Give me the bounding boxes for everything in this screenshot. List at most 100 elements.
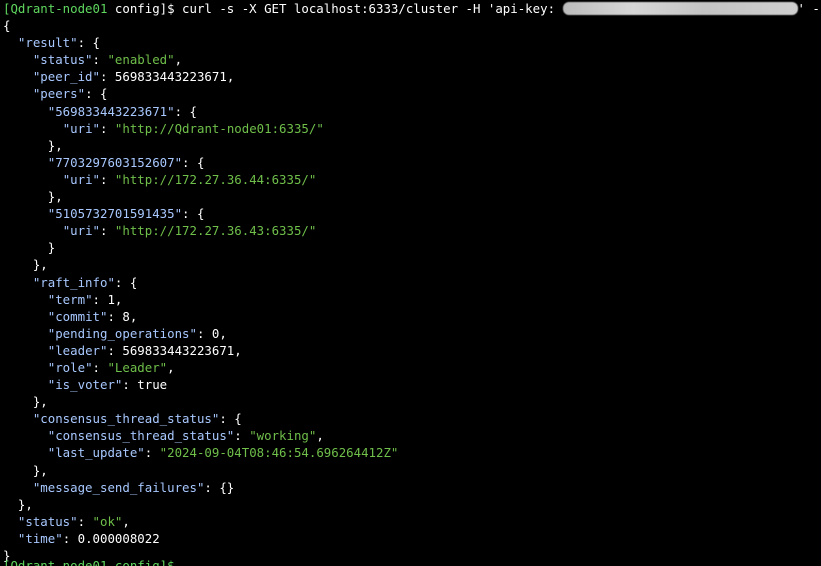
json-line: "consensus_thread_status": { bbox=[0, 410, 821, 427]
next-prompt: [Qdrant-node01 config]$ bbox=[3, 557, 263, 566]
json-value: 1 bbox=[107, 291, 115, 307]
json-punct: , bbox=[174, 52, 183, 68]
json-punct: : { bbox=[174, 103, 197, 119]
json-punct: : { bbox=[77, 35, 100, 51]
json-line: "uri": "http://Qdrant-node01:6335/" bbox=[0, 120, 821, 137]
json-key: "term" bbox=[47, 291, 93, 307]
json-punct: : bbox=[100, 223, 115, 239]
json-line: }, bbox=[0, 496, 821, 513]
json-line: "term": 1, bbox=[0, 291, 821, 308]
json-line: "time": 0.000008022 bbox=[0, 530, 821, 547]
json-line: "message_send_failures": {} bbox=[0, 479, 821, 496]
json-punct: }, bbox=[47, 189, 63, 205]
json-line: "result": { bbox=[0, 34, 821, 51]
command-line: [Qdrant-node01 config]$ curl -s -X GET l… bbox=[0, 0, 821, 17]
json-line: "uri": "http://172.27.36.43:6335/" bbox=[0, 222, 821, 239]
json-string: "http://172.27.36.43:6335/" bbox=[114, 223, 317, 239]
json-key: "commit" bbox=[47, 308, 108, 324]
json-key: "is_voter" bbox=[47, 377, 123, 393]
json-string: "working" bbox=[249, 428, 317, 444]
json-punct: } bbox=[47, 240, 56, 256]
json-line: "consensus_thread_status": "working", bbox=[0, 427, 821, 444]
json-line: "569833443223671": { bbox=[0, 103, 821, 120]
json-punct: }, bbox=[17, 496, 33, 512]
json-key: "569833443223671" bbox=[47, 103, 175, 119]
json-punct: : { bbox=[219, 411, 242, 427]
json-key: "last_update" bbox=[47, 445, 145, 461]
json-key: "raft_info" bbox=[32, 274, 115, 290]
json-line: "5105732701591435": { bbox=[0, 205, 821, 222]
json-line: "role": "Leader", bbox=[0, 359, 821, 376]
json-key: "peers" bbox=[32, 86, 86, 102]
json-line: "last_update": "2024-09-04T08:46:54.6962… bbox=[0, 444, 821, 461]
json-string: "http://172.27.36.44:6335/" bbox=[114, 171, 317, 187]
json-key: "time" bbox=[17, 530, 63, 546]
json-punct: , bbox=[316, 428, 324, 444]
json-punct: }, bbox=[32, 462, 48, 478]
terminal-window[interactable]: [Qdrant-node01 config]$ curl -s -X GET l… bbox=[0, 0, 821, 566]
json-key: "consensus_thread_status" bbox=[32, 411, 220, 427]
json-punct: : bbox=[234, 428, 250, 444]
json-string: "Leader" bbox=[107, 359, 168, 375]
json-value: true bbox=[137, 377, 168, 393]
json-key: "status" bbox=[32, 52, 93, 68]
json-key: "status" bbox=[17, 513, 78, 529]
json-line: "leader": 569833443223671, bbox=[0, 342, 821, 359]
json-line: "peers": { bbox=[0, 85, 821, 102]
json-punct: : bbox=[107, 308, 123, 324]
json-string: "ok" bbox=[92, 513, 123, 529]
json-line: "peer_id": 569833443223671, bbox=[0, 68, 821, 85]
json-punct: : bbox=[92, 52, 108, 68]
json-punct: , bbox=[226, 69, 235, 85]
json-key: "consensus_thread_status" bbox=[47, 428, 235, 444]
json-string: "2024-09-04T08:46:54.696264412Z" bbox=[159, 445, 399, 461]
json-punct: : bbox=[92, 291, 108, 307]
json-punct: : bbox=[144, 445, 160, 461]
json-line: "raft_info": { bbox=[0, 274, 821, 291]
json-key: "leader" bbox=[47, 342, 108, 358]
json-line: "uri": "http://172.27.36.44:6335/" bbox=[0, 171, 821, 188]
json-punct: : bbox=[77, 513, 93, 529]
json-punct: }, bbox=[32, 394, 48, 410]
json-key: "message_send_failures" bbox=[32, 479, 205, 495]
json-line: }, bbox=[0, 256, 821, 273]
json-punct: , bbox=[122, 513, 130, 529]
json-punct: : bbox=[92, 359, 108, 375]
json-value: 569833443223671 bbox=[122, 342, 235, 358]
json-value: 0.000008022 bbox=[77, 530, 160, 546]
json-key: "pending_operations" bbox=[47, 325, 197, 341]
json-punct: : bbox=[62, 530, 78, 546]
json-value: 8 bbox=[122, 308, 130, 324]
json-key: "uri" bbox=[62, 171, 100, 187]
json-line: { bbox=[0, 17, 821, 34]
redacted-api-key bbox=[562, 2, 798, 15]
json-punct: , bbox=[114, 291, 123, 307]
next-prompt-text: [Qdrant-node01 config]$ bbox=[3, 558, 175, 566]
json-punct: : bbox=[99, 69, 115, 85]
json-key: "role" bbox=[47, 359, 93, 375]
json-punct: : bbox=[100, 171, 115, 187]
